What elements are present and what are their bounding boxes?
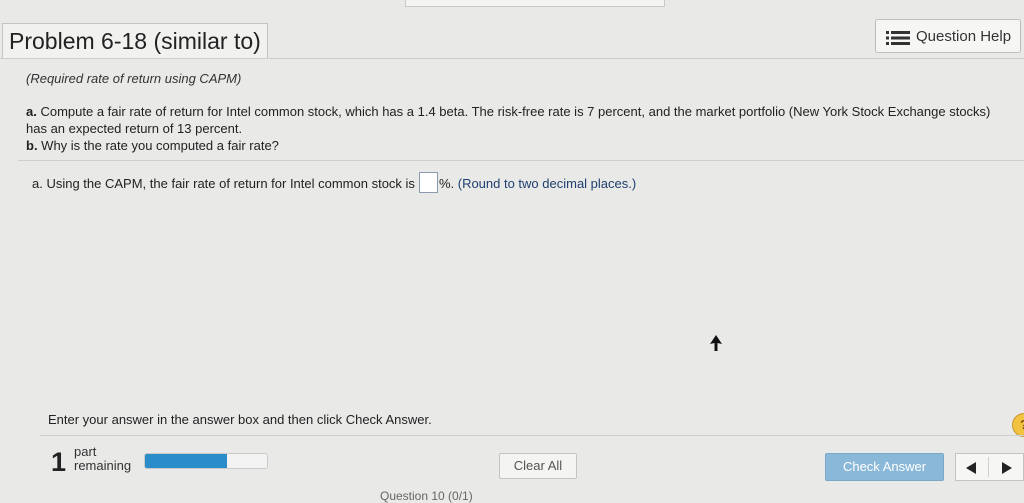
problem-subtitle: (Required rate of return using CAPM) (26, 71, 242, 86)
question-content: (Required rate of return using CAPM) a. … (0, 59, 1024, 503)
part-a-letter: a. (26, 104, 37, 119)
part-b-text: Why is the rate you computed a fair rate… (37, 138, 279, 153)
footer-divider (40, 435, 1024, 436)
answer-unit: %. (438, 175, 455, 191)
parts-label-line1: part (74, 444, 97, 459)
answer-line: a. Using the CAPM, the fair rate of retu… (32, 172, 637, 195)
check-answer-button[interactable]: Check Answer (825, 453, 944, 481)
browser-tab (405, 0, 665, 7)
problem-statement: a. Compute a fair rate of return for Int… (26, 103, 1011, 154)
progress-fill (145, 454, 227, 468)
question-help-label: Question Help (916, 28, 1012, 45)
next-question-icon[interactable] (1002, 462, 1012, 474)
parts-label-line2: remaining (74, 458, 132, 473)
progress-bar (144, 453, 268, 469)
question-number-label: Question 10 (0/1) (380, 489, 473, 503)
title-bar: Problem 6-18 (similar to) Question Help (0, 14, 1024, 59)
parts-remaining-label: part remaining (74, 445, 131, 473)
problem-part-b: b. Why is the rate you computed a fair r… (26, 137, 1011, 154)
answer-input[interactable] (418, 172, 438, 193)
problem-part-a: a. Compute a fair rate of return for Int… (26, 103, 1011, 137)
question-nav (955, 453, 1024, 481)
answer-prompt: a. Using the CAPM, the fair rate of retu… (32, 175, 415, 191)
question-help-button[interactable]: Question Help (875, 19, 1021, 53)
list-icon (886, 31, 910, 45)
part-a-text: Compute a fair rate of return for Intel … (26, 104, 991, 136)
page-title: Problem 6-18 (similar to) (2, 23, 268, 58)
help-circle-icon[interactable]: ? (1012, 413, 1024, 437)
parts-remaining-count: 1 (51, 447, 67, 477)
instructions-text: Enter your answer in the answer box and … (48, 412, 432, 427)
part-b-letter: b. (26, 138, 38, 153)
clear-all-button[interactable]: Clear All (499, 453, 577, 479)
divider (18, 160, 1024, 161)
previous-question-icon[interactable] (966, 462, 976, 474)
mouse-cursor-icon (710, 335, 722, 351)
rounding-hint: (Round to two decimal places.) (457, 175, 637, 191)
nav-separator (988, 457, 989, 477)
